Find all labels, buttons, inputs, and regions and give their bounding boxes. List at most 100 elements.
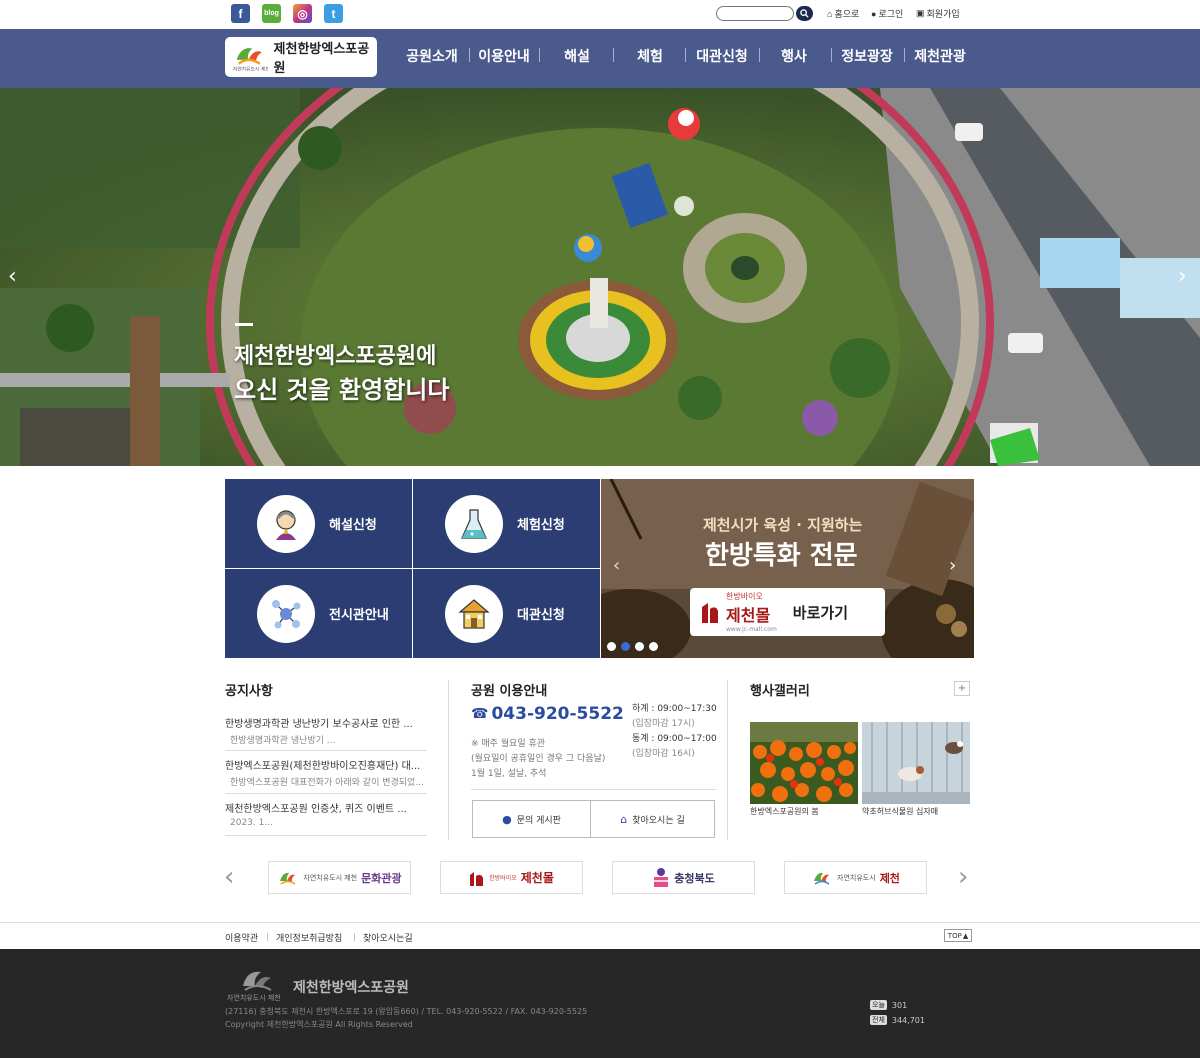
home-link[interactable]: ⌂ 홈으로 bbox=[827, 7, 859, 20]
jecheon-logo-icon bbox=[814, 872, 830, 885]
join-link[interactable]: ▣ 회원가입 bbox=[916, 7, 960, 20]
gallery-thumb[interactable] bbox=[862, 722, 970, 804]
gallery-title: 행사갤러리 bbox=[750, 684, 810, 699]
notice-title: 공지사항 bbox=[225, 684, 273, 699]
search-button[interactable] bbox=[796, 6, 813, 21]
hero-next-arrow-icon[interactable]: › bbox=[1178, 264, 1187, 289]
blog-icon[interactable]: blog bbox=[262, 4, 281, 23]
site-logo[interactable]: 자연치유도시 제천 제천한방엑스포공원 bbox=[225, 37, 377, 77]
nav-divider bbox=[613, 48, 614, 62]
partner-banner-chungbuk[interactable]: 충청북도 bbox=[612, 861, 755, 894]
nav-item-experience[interactable]: 체험 bbox=[632, 46, 668, 66]
nav-divider bbox=[904, 48, 905, 62]
opening-hours: 하계 : 09:00~17:30 (입장마감 17시) 동계 : 09:00~1… bbox=[632, 704, 717, 759]
nav-divider bbox=[685, 48, 686, 62]
molecule-icon bbox=[257, 584, 315, 643]
partners-prev-arrow-icon[interactable]: ‹ bbox=[224, 862, 234, 892]
mall-logo-icon bbox=[702, 603, 718, 623]
mall-banner[interactable]: 제천시가 육성 · 지원하는 한방특화 전문 한방바이오 제천몰 www.jc-… bbox=[601, 479, 974, 658]
nav-divider bbox=[831, 48, 832, 62]
nav-divider bbox=[469, 48, 470, 62]
nav-item-guide[interactable]: 해설 bbox=[559, 46, 595, 66]
quick-guide-request[interactable]: 해설신청 bbox=[225, 479, 412, 568]
nav-item-event[interactable]: 행사 bbox=[776, 46, 812, 66]
pager-dot-active[interactable] bbox=[621, 642, 630, 651]
user-icon: ● bbox=[871, 8, 877, 19]
directions-button[interactable]: ⌂ 찾아오시는 길 bbox=[590, 800, 715, 838]
gallery-thumb[interactable] bbox=[750, 722, 858, 804]
svg-text:자연치유도시 제천: 자연치유도시 제천 bbox=[227, 993, 281, 1002]
partner-banner-jecheon-mall[interactable]: 한방바이오 제천몰 bbox=[440, 861, 583, 894]
login-link[interactable]: ● 로그인 bbox=[871, 7, 903, 20]
divider bbox=[225, 793, 427, 794]
qna-board-button[interactable]: ● 문의 게시판 bbox=[472, 800, 591, 838]
nav-item-park[interactable]: 공원소개 bbox=[404, 46, 460, 66]
main-nav-bar bbox=[0, 29, 1200, 88]
nav-divider bbox=[539, 48, 540, 62]
nav-item-info[interactable]: 이용안내 bbox=[476, 46, 532, 66]
hero-prev-arrow-icon[interactable]: ‹ bbox=[8, 264, 17, 289]
column-divider bbox=[448, 680, 449, 840]
park-info-title: 공원 이용안내 bbox=[471, 684, 548, 699]
mall-link-button[interactable]: 한방바이오 제천몰 www.jc-mall.com 바로가기 bbox=[690, 588, 885, 636]
speech-bubble-icon: ● bbox=[502, 812, 512, 826]
pager-dot[interactable] bbox=[649, 642, 658, 651]
flask-icon bbox=[445, 494, 503, 553]
notice-item[interactable]: 한방엑스포공원(제천한방바이오진흥재단) 대... bbox=[225, 757, 425, 772]
chungbuk-logo-icon bbox=[654, 867, 669, 887]
banner-next-arrow-icon[interactable]: › bbox=[949, 555, 956, 576]
partners-next-arrow-icon[interactable]: › bbox=[958, 862, 968, 892]
home-icon: ⌂ bbox=[827, 8, 833, 19]
banner-title: 한방특화 전문 bbox=[705, 541, 858, 571]
pager-dot[interactable] bbox=[607, 642, 616, 651]
nav-item-rental[interactable]: 대관신청 bbox=[693, 46, 751, 66]
divider bbox=[0, 922, 1200, 923]
partner-banner-culture-tourism[interactable]: 자연치유도시 제천 문화관광 bbox=[268, 861, 411, 894]
twitter-icon[interactable]: t bbox=[324, 4, 343, 23]
closed-days: ※ 매주 월요일 휴관 (월요일이 공휴일인 경우 그 다음날) 1월 1일, … bbox=[471, 739, 606, 779]
divider bbox=[471, 789, 716, 790]
top-bar: f blog ◎ t ⌂ 홈으로 ● 로그인 ▣ 회원가입 bbox=[0, 0, 1200, 29]
nav-item-tourism[interactable]: 제천관광 bbox=[911, 46, 969, 66]
notice-item-summary: 한방엑스포공원 대표전화가 아래와 같이 변경되었... bbox=[230, 778, 424, 788]
phone-icon: ☎ bbox=[471, 706, 489, 722]
hero-text-bar bbox=[235, 323, 253, 326]
guide-icon bbox=[257, 494, 315, 553]
gallery-more-button[interactable]: + bbox=[954, 681, 970, 696]
quick-experience-request[interactable]: 체험신청 bbox=[413, 479, 600, 568]
footer-site-name: 제천한방엑스포공원 bbox=[293, 980, 409, 996]
search-input[interactable] bbox=[716, 6, 794, 21]
arrow-up-icon: ▲ bbox=[962, 931, 969, 940]
facebook-icon[interactable]: f bbox=[231, 4, 250, 23]
notice-item[interactable]: 제천한방엑스포공원 인증샷, 퀴즈 이벤트 ... bbox=[225, 800, 425, 815]
divider bbox=[225, 750, 427, 751]
footer-logo-icon: 자연치유도시 제천 bbox=[227, 971, 281, 1002]
privacy-policy-link[interactable]: 개인정보취급방침 bbox=[276, 931, 342, 944]
notice-item-summary: 한방생명과학관 냉난방기 ... bbox=[230, 736, 336, 746]
jecheon-logo-icon bbox=[280, 872, 296, 885]
hero-aerial-photo bbox=[0, 88, 1200, 466]
banner-pager bbox=[607, 642, 658, 651]
house-icon bbox=[445, 584, 503, 643]
terms-link[interactable]: 이용약관 bbox=[225, 931, 258, 944]
finch-photo bbox=[862, 722, 970, 804]
banner-prev-arrow-icon[interactable]: ‹ bbox=[613, 555, 620, 576]
hero-headline-2: 오신 것을 환영합니다 bbox=[234, 376, 450, 404]
instagram-icon[interactable]: ◎ bbox=[293, 4, 312, 23]
notice-item[interactable]: 한방생명과학관 냉난방기 보수공사로 인한 ... bbox=[225, 715, 425, 730]
top-button[interactable]: TOP ▲ bbox=[944, 929, 972, 942]
svg-text:자연치유도시 제천: 자연치유도시 제천 bbox=[233, 65, 268, 72]
pager-dot[interactable] bbox=[635, 642, 644, 651]
quick-exhibition-info[interactable]: 전시관안내 bbox=[225, 569, 412, 658]
logo-title: 제천한방엑스포공원 bbox=[273, 42, 370, 76]
search-icon bbox=[800, 9, 809, 18]
nav-divider bbox=[759, 48, 760, 62]
partner-banner-jecheon-city[interactable]: 자연치유도시 제천 bbox=[784, 861, 927, 894]
directions-link[interactable]: 찾아오시는길 bbox=[363, 931, 413, 944]
member-icon: ▣ bbox=[916, 8, 925, 18]
gallery-caption: 한방엑스포공원의 봄 bbox=[750, 807, 819, 816]
nav-item-board[interactable]: 정보광장 bbox=[838, 46, 896, 66]
tulip-photo bbox=[750, 722, 858, 804]
quick-rental-request[interactable]: 대관신청 bbox=[413, 569, 600, 658]
hero-headline-1: 제천한방엑스포공원에 bbox=[234, 344, 437, 369]
